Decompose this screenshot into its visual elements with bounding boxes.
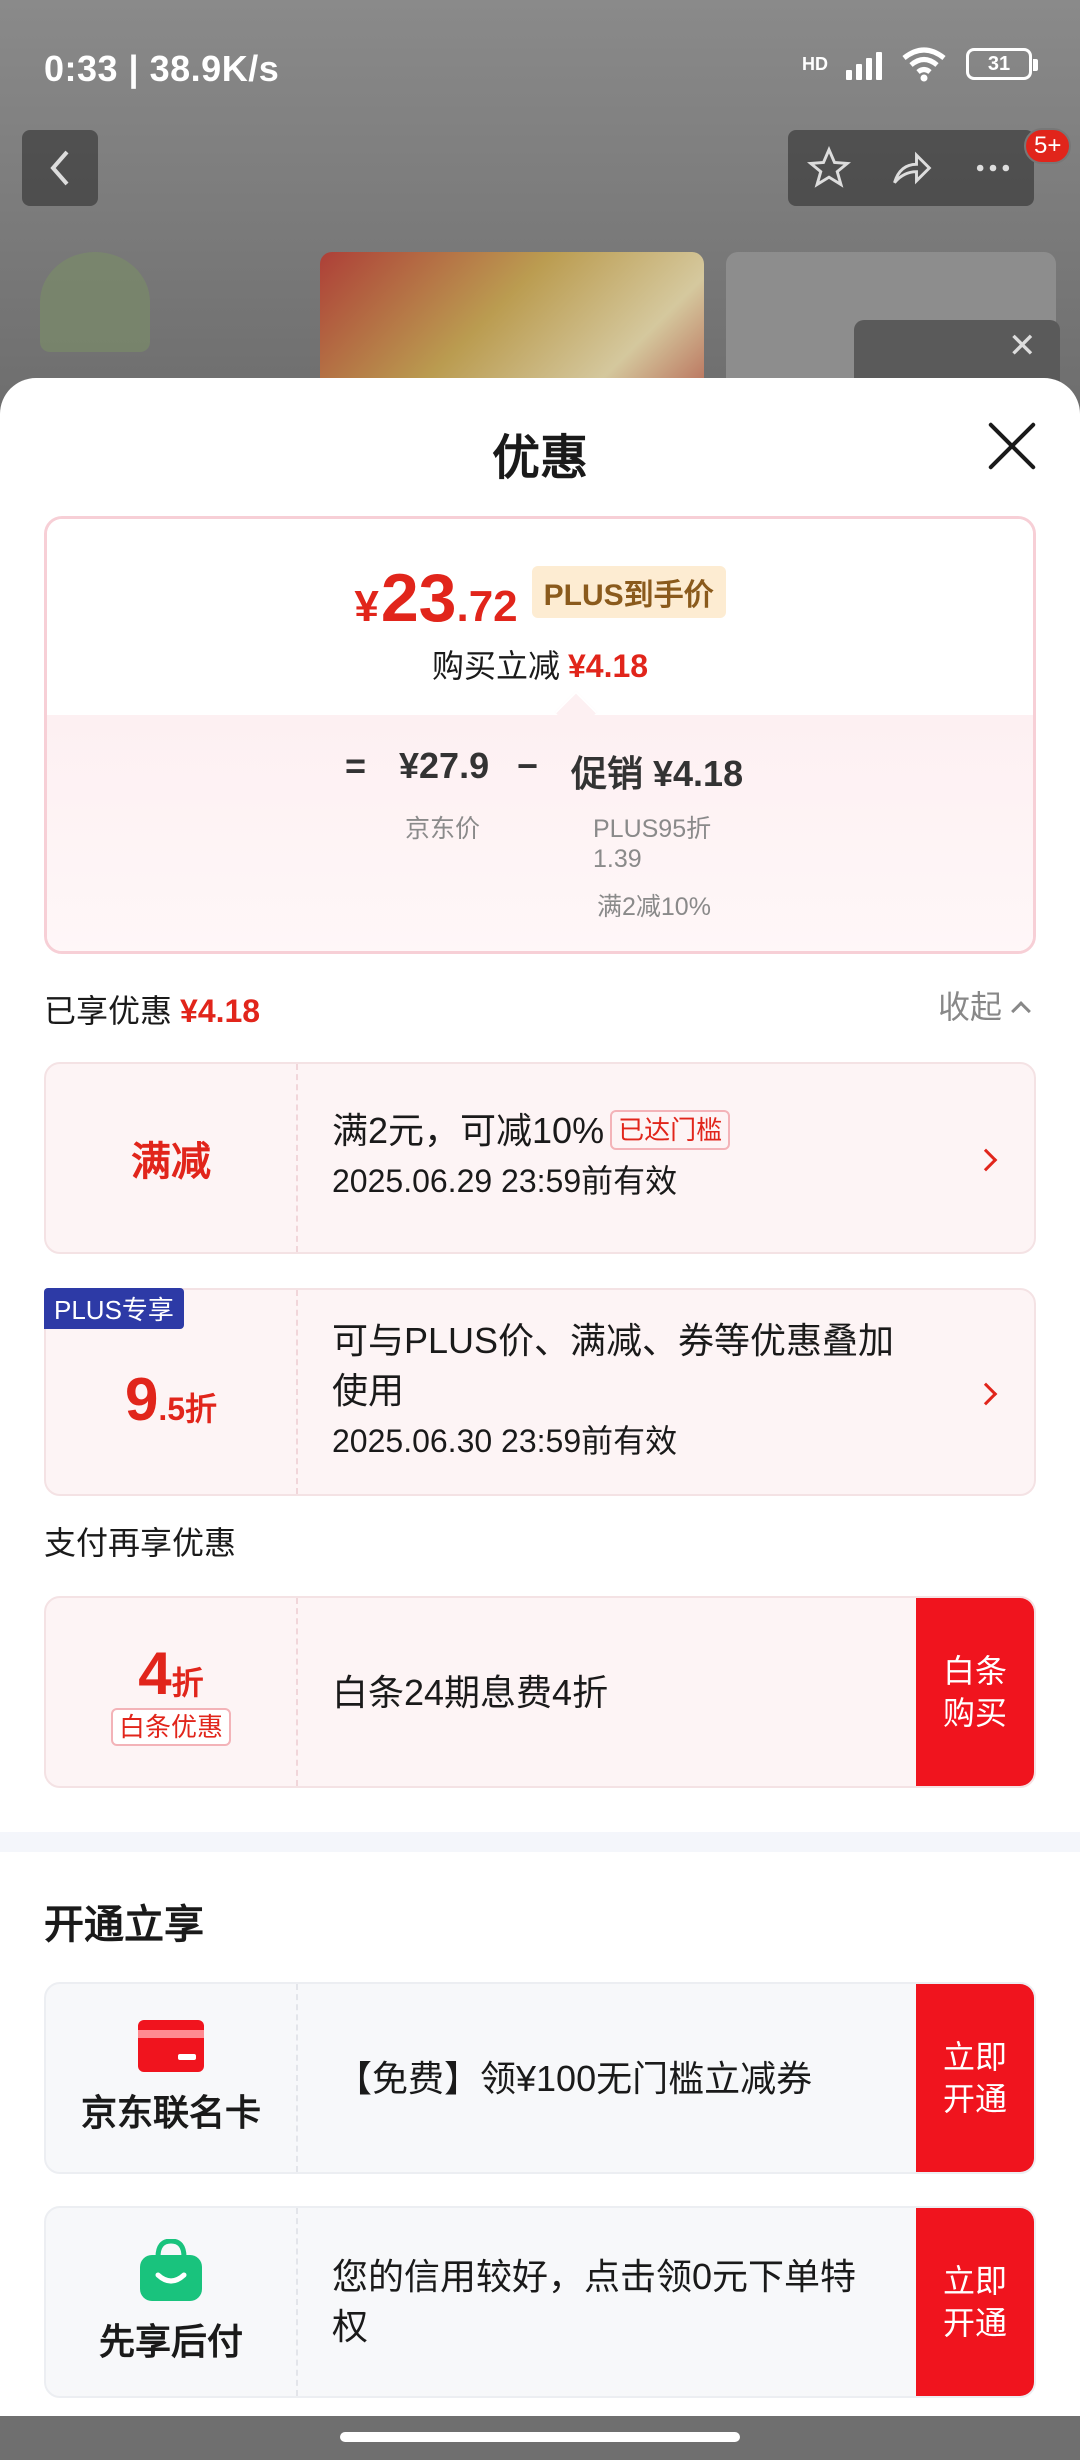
- baitiao-offer: 4折 白条优惠 白条24期息费4折 白条 购买: [44, 1596, 1036, 1788]
- baitiao-text: 白条24期息费4折: [332, 1672, 609, 1713]
- promo-detail: 满2减10%: [597, 893, 711, 921]
- sheet-title: 优惠: [491, 432, 588, 485]
- promo-detail: 1.39: [593, 845, 642, 873]
- price-breakdown: = ¥27.9 − 促销 ¥4.18: [345, 745, 744, 794]
- final-price: ¥ 23 .72 PLUS到手价: [47, 559, 1033, 637]
- discount-value: 9.5折: [124, 1365, 218, 1433]
- section-divider: [0, 1832, 1080, 1852]
- chevron-up-icon: [1011, 1001, 1031, 1021]
- top-actions: [788, 130, 1034, 206]
- brand-logo: [40, 252, 150, 352]
- baitiao-buy-button[interactable]: 白条 购买: [916, 1598, 1034, 1786]
- baitiao-tag: 白条优惠: [110, 1707, 231, 1746]
- share-icon[interactable]: [888, 146, 934, 190]
- hd-label: HD: [802, 53, 828, 74]
- home-indicator[interactable]: [340, 2432, 740, 2442]
- plus-exclusive-tag: PLUS专享: [44, 1288, 184, 1329]
- chevron-right-icon: [974, 1382, 998, 1406]
- promo-detail: PLUS95折: [593, 815, 712, 843]
- discount-value: 4折: [138, 1639, 204, 1707]
- coupon-full-reduction[interactable]: 满减 满2元，可减10% 已达门槛 2025.06.29 23:59前有效: [44, 1062, 1036, 1254]
- chevron-left-icon: [50, 150, 69, 186]
- base-price-label: 京东价: [405, 815, 481, 843]
- close-button[interactable]: [984, 418, 1040, 474]
- pay-later-offer: 先享后付 您的信用较好，点击领0元下单特 权 立即 开通: [44, 2206, 1036, 2398]
- coupon-rule: 满2元，可减10%: [332, 1110, 605, 1151]
- offer-text: 您的信用较好，点击领0元下单特 权: [332, 2256, 857, 2347]
- threshold-met-tag: 已达门槛: [610, 1110, 731, 1150]
- pay-section-title: 支付再享优惠: [44, 1525, 237, 1561]
- offer-label: 先享后付: [98, 2321, 243, 2362]
- offer-label: 京东联名卡: [80, 2092, 261, 2133]
- coupon-type: 满减: [131, 1140, 211, 1184]
- enjoyed-discount-label: 已享优惠 ¥4.18: [44, 993, 261, 1029]
- status-icons: HD 31: [802, 46, 1038, 82]
- coupon-plus-discount[interactable]: 9.5折 可与PLUS价、满减、券等优惠叠加 使用 2025.06.30 23:…: [44, 1288, 1036, 1496]
- status-bar: 0:33 | 38.9K/s HD 31: [0, 0, 1080, 130]
- coupon-rule: 可与PLUS价、满减、券等优惠叠加: [332, 1320, 895, 1361]
- battery-icon: 31: [966, 48, 1038, 80]
- co-brand-card-offer: 京东联名卡 【免费】领¥100无门槛立减券 立即 开通: [44, 1982, 1036, 2174]
- open-now-button[interactable]: 立即 开通: [916, 1984, 1034, 2172]
- price-card: ¥ 23 .72 PLUS到手价 购买立减 ¥4.18 = ¥27.9 − 促销 …: [44, 516, 1036, 954]
- coupon-validity: 2025.06.29 23:59前有效: [332, 1163, 678, 1199]
- plus-price-tag: PLUS到手价: [531, 566, 726, 618]
- credit-card-icon: [138, 2020, 204, 2072]
- collapse-button[interactable]: 收起: [938, 982, 1031, 1028]
- shopping-bag-icon: [140, 2239, 202, 2301]
- back-button[interactable]: [22, 130, 98, 206]
- open-now-button[interactable]: 立即 开通: [916, 2208, 1034, 2396]
- promotion-sheet: 优惠 ¥ 23 .72 PLUS到手价 购买立减 ¥4.18 = ¥27.9 − …: [0, 378, 1080, 2416]
- star-icon[interactable]: [806, 146, 851, 190]
- coupon-rule: 使用: [332, 1370, 405, 1411]
- offer-text: 【免费】领¥100无门槛立减券: [336, 2058, 813, 2099]
- more-icon[interactable]: [971, 146, 1015, 190]
- signal-icon: [846, 48, 882, 80]
- close-icon[interactable]: ✕: [1008, 326, 1037, 366]
- status-time: 0:33 | 38.9K/s: [44, 48, 280, 89]
- chevron-right-icon: [974, 1148, 998, 1172]
- coupon-validity: 2025.06.30 23:59前有效: [332, 1423, 678, 1459]
- open-section-title: 开通立享: [44, 1903, 204, 1947]
- wifi-icon: [902, 47, 946, 82]
- message-badge: 5+: [1024, 128, 1072, 164]
- reduce-line: 购买立减 ¥4.18: [431, 648, 649, 684]
